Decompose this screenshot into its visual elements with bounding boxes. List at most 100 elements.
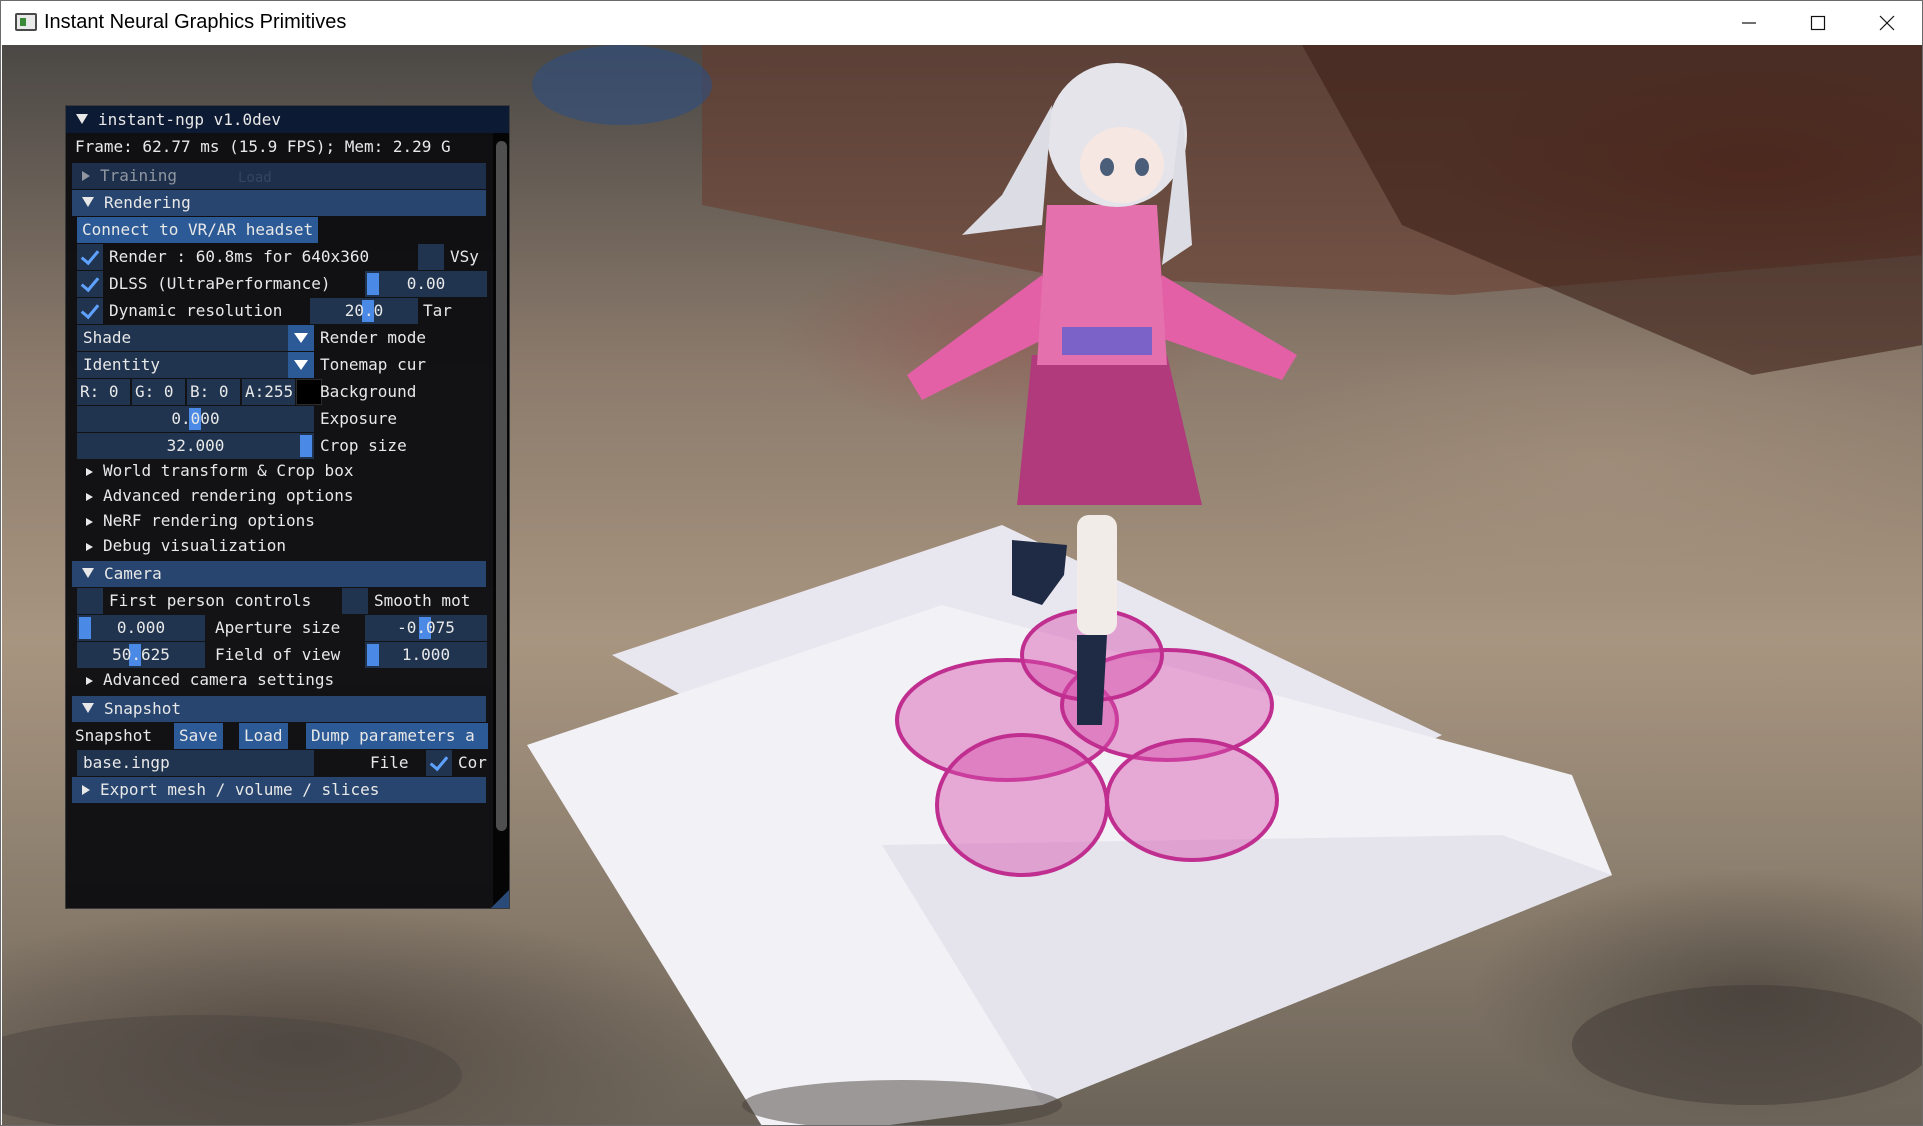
window-title: Instant Neural Graphics Primitives: [44, 11, 347, 33]
tree-label: Advanced camera settings: [103, 670, 335, 689]
panel-title: instant-ngp v1.0dev: [98, 110, 282, 129]
crop-size-label: Crop size: [320, 436, 407, 455]
dump-parameters-button[interactable]: Dump parameters a: [306, 723, 488, 749]
aperture-size-label: Aperture size: [215, 618, 341, 637]
render-mode-label: Render mode: [320, 328, 426, 347]
app-window: Instant Neural Graphics Primitives insta…: [0, 0, 1923, 1126]
tree-nerf-rendering[interactable]: NeRF rendering options: [86, 511, 315, 530]
slider-grab[interactable]: [79, 617, 91, 639]
expand-arrow-icon: [82, 171, 90, 181]
target-label: Tar: [423, 301, 452, 320]
snapshot-file-input[interactable]: base.ingp: [77, 750, 314, 776]
close-button[interactable]: [1852, 1, 1921, 45]
slider-value: 50.625: [112, 645, 170, 664]
section-label: Snapshot: [104, 699, 182, 718]
ghost-load-label: Load: [238, 170, 272, 186]
dynamic-resolution-checkbox[interactable]: [77, 298, 103, 324]
render-label: Render : 60.8ms for 640x360: [109, 247, 370, 266]
background-label: Background: [320, 382, 417, 401]
first-person-checkbox[interactable]: [77, 588, 103, 614]
combo-value: Identity: [83, 355, 161, 374]
section-label: Rendering: [104, 193, 191, 212]
compress-checkbox[interactable]: [426, 750, 452, 776]
tree-label: World transform & Crop box: [103, 461, 354, 480]
expand-arrow-icon: [86, 468, 93, 476]
stats-text: Frame: 62.77 ms (15.9 FPS); Mem: 2.29 G: [75, 137, 451, 156]
vsync-checkbox[interactable]: [418, 244, 444, 270]
dlss-label: DLSS (UltraPerformance): [109, 274, 331, 293]
slider-value: 0.00: [406, 274, 446, 293]
expand-arrow-icon: [86, 493, 93, 501]
render-checkbox[interactable]: [77, 244, 103, 270]
background-a-field[interactable]: A:255: [242, 379, 295, 405]
tonemap-curve-combo[interactable]: Identity: [77, 352, 314, 378]
expand-arrow-icon: [86, 518, 93, 526]
slider-value: 20.0: [344, 301, 384, 320]
exposure-slider[interactable]: 0.000: [77, 406, 314, 432]
tree-world-transform[interactable]: World transform & Crop box: [86, 461, 353, 480]
control-panel[interactable]: instant-ngp v1.0dev Frame: 62.77 ms (15.…: [65, 105, 510, 909]
collapse-arrow-icon: [82, 568, 94, 578]
tree-advanced-camera[interactable]: Advanced camera settings: [86, 670, 334, 689]
focus-depth-slider[interactable]: -0.075: [365, 615, 487, 641]
slider-value: -0.075: [397, 618, 455, 637]
section-camera[interactable]: Camera: [72, 561, 486, 587]
load-button[interactable]: Load: [239, 723, 288, 749]
background-r-field[interactable]: R: 0: [77, 379, 130, 405]
panel-scrollbar[interactable]: [493, 133, 509, 908]
slider-grab[interactable]: [367, 644, 379, 666]
scrollbar-thumb[interactable]: [496, 141, 507, 831]
exposure-label: Exposure: [320, 409, 398, 428]
slider-grab[interactable]: [367, 273, 379, 295]
minimize-icon: [1741, 22, 1756, 24]
close-icon: [1879, 15, 1894, 31]
dlss-sharpening-slider[interactable]: 0.00: [365, 271, 487, 297]
compress-label: Cor: [458, 753, 487, 772]
tree-debug-visualization[interactable]: Debug visualization: [86, 536, 286, 555]
smooth-motion-checkbox[interactable]: [342, 588, 368, 614]
title-bar: Instant Neural Graphics Primitives: [1, 1, 1922, 45]
combo-value: Shade: [83, 328, 132, 347]
section-label: Training: [100, 166, 178, 185]
connect-vr-button[interactable]: Connect to VR/AR headset: [77, 217, 319, 243]
expand-arrow-icon: [86, 543, 93, 551]
camera-scale-slider[interactable]: 1.000: [365, 642, 487, 668]
snapshot-row-label: Snapshot: [75, 726, 153, 745]
section-snapshot[interactable]: Snapshot: [72, 696, 486, 722]
collapse-arrow-icon: [82, 703, 94, 713]
render-mode-combo[interactable]: Shade: [77, 325, 314, 351]
background-b-field[interactable]: B: 0: [187, 379, 240, 405]
file-label: File: [370, 753, 409, 772]
resize-grip[interactable]: [491, 890, 509, 908]
slider-grab[interactable]: [300, 435, 312, 457]
section-label: Camera: [104, 564, 162, 583]
render-viewport[interactable]: instant-ngp v1.0dev Frame: 62.77 ms (15.…: [2, 45, 1922, 1125]
section-training[interactable]: Training Load: [72, 163, 486, 189]
vsync-label: VSy: [450, 247, 479, 266]
maximize-icon: [1810, 15, 1825, 31]
tree-label: NeRF rendering options: [103, 511, 315, 530]
crop-size-slider[interactable]: 32.000: [77, 433, 314, 459]
section-export[interactable]: Export mesh / volume / slices: [72, 777, 486, 803]
slider-value: 0.000: [171, 409, 220, 428]
panel-header[interactable]: instant-ngp v1.0dev: [66, 106, 509, 133]
first-person-label: First person controls: [109, 591, 312, 610]
minimize-button[interactable]: [1714, 1, 1783, 45]
maximize-button[interactable]: [1783, 1, 1852, 45]
tree-label: Debug visualization: [103, 536, 287, 555]
save-button[interactable]: Save: [174, 723, 223, 749]
dropdown-arrow-icon: [288, 325, 314, 351]
collapse-arrow-icon: [76, 114, 88, 124]
app-icon: [15, 13, 37, 31]
aperture-size-slider[interactable]: 0.000: [77, 615, 205, 641]
target-fps-slider[interactable]: 20.0: [310, 298, 418, 324]
dlss-checkbox[interactable]: [77, 271, 103, 297]
section-label: Export mesh / volume / slices: [100, 780, 380, 799]
slider-value: 0.000: [116, 618, 166, 637]
dynamic-resolution-label: Dynamic resolution: [109, 301, 283, 320]
section-rendering[interactable]: Rendering: [72, 190, 486, 216]
tree-advanced-rendering[interactable]: Advanced rendering options: [86, 486, 353, 505]
field-of-view-slider[interactable]: 50.625: [77, 642, 205, 668]
background-color-swatch[interactable]: [296, 379, 322, 405]
background-g-field[interactable]: G: 0: [132, 379, 185, 405]
